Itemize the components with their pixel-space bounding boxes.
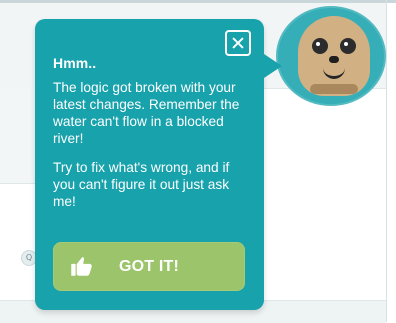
close-button[interactable] [225, 30, 251, 56]
mascot-nose [329, 56, 339, 63]
right-rule [386, 0, 387, 322]
thumbs-up-icon [71, 257, 92, 276]
mascot-mouth [323, 68, 345, 79]
tooltip-title: Hmm.. [53, 55, 97, 71]
mascot-avatar [268, 6, 386, 106]
mascot-eye-right [340, 38, 356, 54]
got-it-button[interactable]: GOT IT! [53, 242, 245, 291]
tooltip-paragraph-1: The logic got broken with your latest ch… [53, 80, 240, 146]
got-it-label: GOT IT! [119, 258, 180, 275]
tooltip-paragraph-2: Try to fix what's wrong, and if you can'… [53, 160, 230, 209]
background-left-divider [0, 183, 40, 184]
tooltip-body: The logic got broken with your latest ch… [53, 79, 253, 210]
background-left-panel [0, 88, 40, 184]
help-tooltip: Hmm.. The logic got broken with your lat… [35, 19, 282, 310]
mascot-eye-left [312, 38, 328, 54]
meerkat-icon [298, 16, 370, 96]
mascot-body-shadow [310, 84, 358, 94]
